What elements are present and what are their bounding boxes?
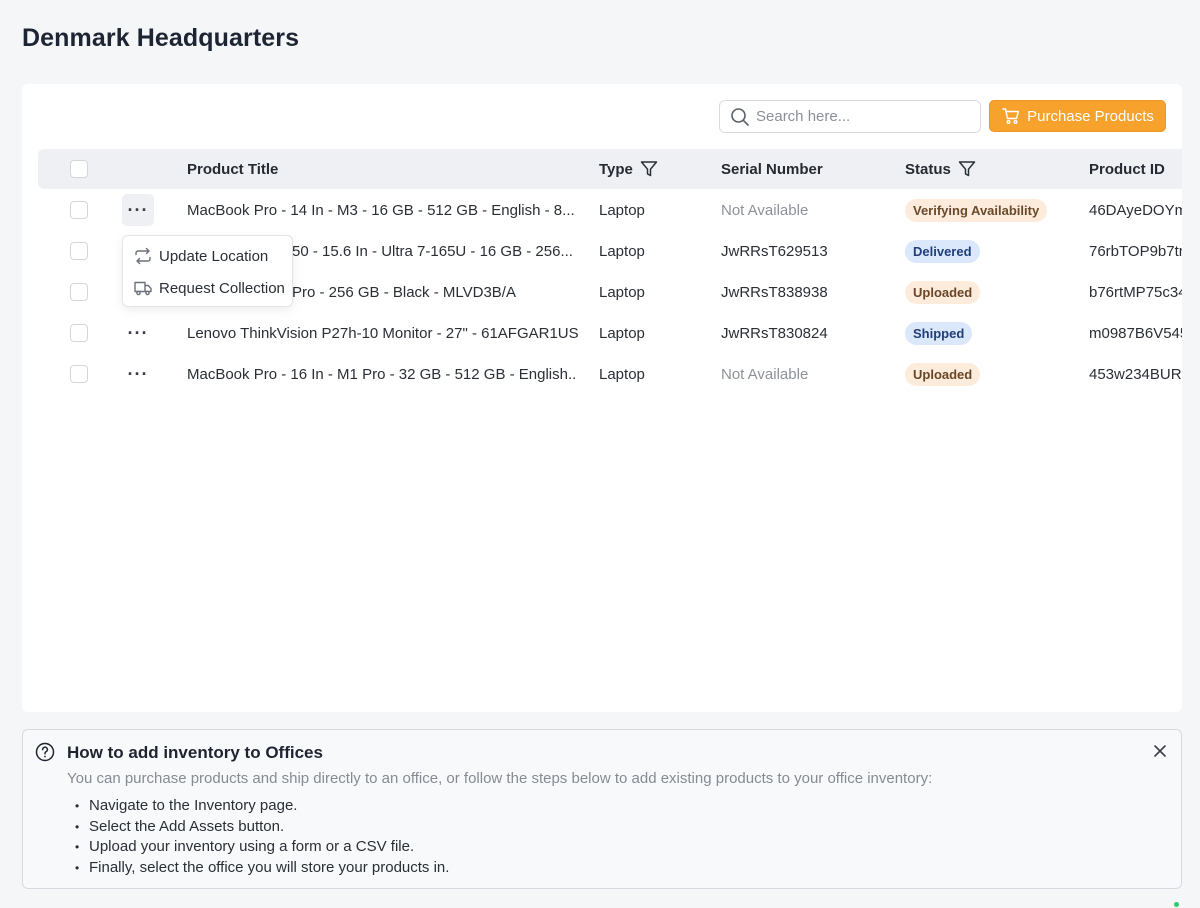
row-actions-menu: Update Location Request Collection bbox=[122, 235, 293, 307]
status-badge: Verifying Availability bbox=[905, 199, 1048, 222]
search-icon bbox=[731, 107, 749, 126]
info-step: Navigate to the Inventory page. bbox=[75, 796, 449, 817]
row-checkbox[interactable] bbox=[70, 324, 88, 342]
column-header-product-id[interactable]: Product ID bbox=[1089, 149, 1165, 189]
table-header: Product Title Type Serial Number Status … bbox=[38, 149, 1182, 189]
purchase-products-button[interactable]: Purchase Products bbox=[989, 100, 1166, 132]
product-title: 50 - 15.6 In - Ultra 7-165U - 16 GB - 25… bbox=[292, 243, 573, 260]
menu-item-request-collection[interactable]: Request Collection bbox=[123, 272, 294, 304]
truck-icon bbox=[134, 281, 152, 296]
product-id: 76rbTOP9b7tr bbox=[1089, 243, 1182, 260]
row-checkbox[interactable] bbox=[70, 242, 88, 260]
table-row[interactable]: ··· MacBook Pro - 14 In - M3 - 16 GB - 5… bbox=[22, 190, 1182, 231]
row-checkbox[interactable] bbox=[70, 283, 88, 301]
table-row[interactable]: ··· MacBook Pro - 16 In - M1 Pro - 32 GB… bbox=[22, 354, 1182, 395]
product-title: Pro - 256 GB - Black - MLVD3B/A bbox=[292, 284, 516, 301]
serial-number: JwRRsT830824 bbox=[721, 325, 828, 342]
product-id: 46DAyeDOYm bbox=[1089, 202, 1182, 219]
status-badge: Shipped bbox=[905, 322, 973, 345]
column-header-product-title[interactable]: Product Title bbox=[187, 149, 278, 189]
product-type: Laptop bbox=[599, 366, 645, 383]
row-checkbox[interactable] bbox=[70, 201, 88, 219]
product-type: Laptop bbox=[599, 202, 645, 219]
product-type: Laptop bbox=[599, 325, 645, 342]
select-all-checkbox[interactable] bbox=[70, 160, 88, 178]
info-title: How to add inventory to Offices bbox=[67, 743, 323, 762]
column-header-status[interactable]: Status bbox=[905, 149, 977, 189]
serial-number: JwRRsT838938 bbox=[721, 284, 828, 301]
swap-arrows-icon bbox=[135, 247, 151, 265]
purchase-products-label: Purchase Products bbox=[1027, 107, 1154, 125]
product-title: Lenovo ThinkVision P27h-10 Monitor - 27"… bbox=[187, 325, 579, 342]
inventory-card: Purchase Products Product Title Type Ser… bbox=[22, 84, 1182, 712]
product-id: 453w234BUR7 bbox=[1089, 366, 1182, 383]
info-step: Upload your inventory using a form or a … bbox=[75, 837, 449, 858]
product-id: m0987B6V545 bbox=[1089, 325, 1182, 342]
info-description: You can purchase products and ship direc… bbox=[67, 770, 933, 787]
close-icon[interactable] bbox=[1151, 742, 1169, 760]
filter-icon[interactable] bbox=[639, 159, 659, 179]
serial-number: Not Available bbox=[721, 202, 809, 219]
search-box[interactable] bbox=[719, 100, 981, 133]
info-step: Select the Add Assets button. bbox=[75, 817, 449, 838]
filter-icon[interactable] bbox=[957, 159, 977, 179]
status-indicator-dot bbox=[1174, 902, 1179, 907]
menu-item-update-location[interactable]: Update Location bbox=[123, 240, 294, 272]
row-checkbox[interactable] bbox=[70, 365, 88, 383]
info-step: Finally, select the office you will stor… bbox=[75, 858, 449, 879]
product-type: Laptop bbox=[599, 243, 645, 260]
status-badge: Uploaded bbox=[905, 281, 981, 304]
column-header-serial-number[interactable]: Serial Number bbox=[721, 149, 823, 189]
row-actions-button[interactable]: ··· bbox=[122, 317, 154, 349]
cart-icon bbox=[1002, 108, 1020, 124]
status-badge: Delivered bbox=[905, 240, 980, 263]
serial-number: Not Available bbox=[721, 366, 809, 383]
row-actions-button[interactable]: ··· bbox=[122, 358, 154, 390]
page-title: Denmark Headquarters bbox=[22, 24, 300, 52]
product-title: MacBook Pro - 14 In - M3 - 16 GB - 512 G… bbox=[187, 202, 575, 219]
info-steps: Navigate to the Inventory page. Select t… bbox=[75, 796, 449, 878]
table-row[interactable]: ··· Lenovo ThinkVision P27h-10 Monitor -… bbox=[22, 313, 1182, 354]
info-panel: How to add inventory to Offices You can … bbox=[22, 729, 1182, 889]
serial-number: JwRRsT629513 bbox=[721, 243, 828, 260]
product-type: Laptop bbox=[599, 284, 645, 301]
row-actions-button[interactable]: ··· bbox=[122, 194, 154, 226]
product-title: MacBook Pro - 16 In - M1 Pro - 32 GB - 5… bbox=[187, 366, 577, 383]
help-circle-icon bbox=[35, 742, 55, 762]
search-input[interactable] bbox=[756, 108, 976, 125]
product-id: b76rtMP75c34 bbox=[1089, 284, 1182, 301]
status-badge: Uploaded bbox=[905, 363, 981, 386]
column-header-type[interactable]: Type bbox=[599, 149, 659, 189]
